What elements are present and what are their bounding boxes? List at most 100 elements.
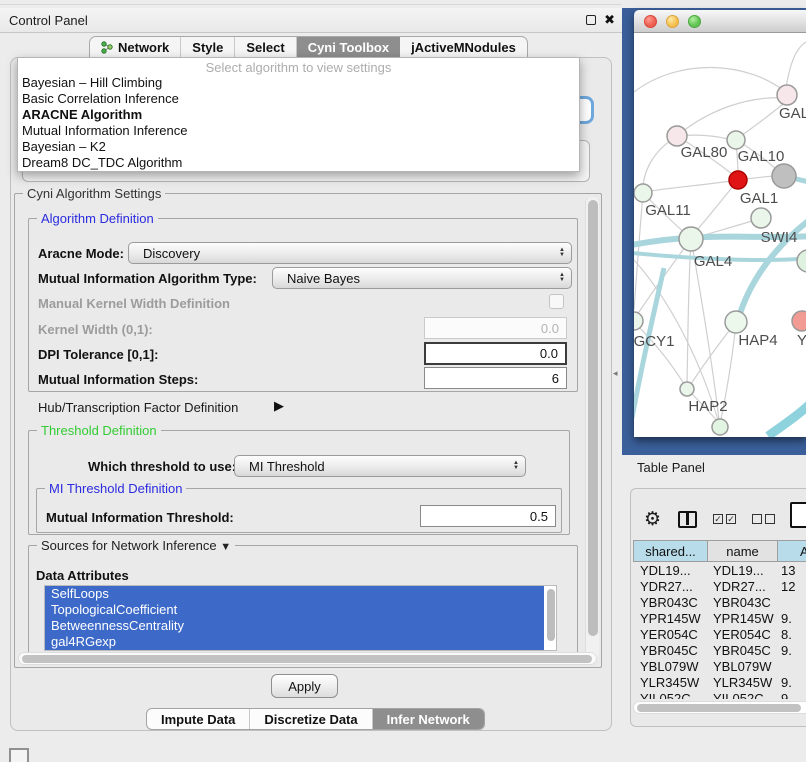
close-window-icon[interactable] [644, 15, 657, 28]
table-hscrollbar[interactable] [633, 701, 806, 714]
settings-vscrollbar[interactable] [585, 197, 599, 659]
settings-hscrollbar-thumb[interactable] [22, 655, 592, 663]
node[interactable] [777, 85, 797, 105]
table-row[interactable]: YBL079WYBL079W [633, 659, 806, 675]
node-gal80[interactable] [667, 126, 687, 146]
threshold-definition-legend: Threshold Definition [37, 423, 161, 438]
mi-steps-field[interactable]: 6 [424, 367, 567, 389]
table-row[interactable]: YDR27...YDR27...12 [633, 579, 806, 595]
column-view-icon[interactable] [678, 511, 697, 528]
control-panel-titlebar: Control Panel ✖ [0, 8, 622, 33]
tab-discretize-data-label: Discretize Data [264, 712, 357, 727]
cell: YBL079W [708, 659, 778, 675]
tab-discretize-data[interactable]: Discretize Data [250, 709, 372, 729]
node-gcy1[interactable] [634, 312, 643, 330]
tab-cyni-toolbox[interactable]: Cyni Toolbox [297, 37, 400, 57]
attributes-vscrollbar-thumb[interactable] [547, 589, 555, 641]
minimize-window-icon[interactable] [666, 15, 679, 28]
settings-hscrollbar[interactable] [18, 652, 597, 665]
node-gal11[interactable] [634, 184, 652, 202]
attribute-item[interactable]: gal4RGexp [45, 634, 544, 650]
panel-splitter-arrow-icon[interactable]: ◂ [613, 368, 618, 379]
attribute-item[interactable]: BetweennessCentrality [45, 618, 544, 634]
zoom-window-icon[interactable] [688, 15, 701, 28]
column-header-shared-name[interactable]: shared... [633, 540, 708, 562]
cell: YDR27... [708, 579, 778, 595]
node-hap4[interactable] [725, 311, 747, 333]
aracne-mode-combobox[interactable]: Discovery ▲▼ [128, 242, 572, 264]
aracne-mode-label: Aracne Mode: [38, 246, 124, 261]
column-header-name[interactable]: name [708, 540, 778, 562]
table-row[interactable]: YPR145WYPR145W9. [633, 611, 806, 627]
float-panel-icon[interactable] [586, 15, 596, 25]
table-row[interactable]: YDL19...YDL19...13 [633, 563, 806, 579]
table-row[interactable]: YIL052CYIL052C9 [633, 691, 806, 699]
table-row[interactable]: YBR043CYBR043C [633, 595, 806, 611]
network-window-titlebar[interactable] [634, 10, 806, 33]
dropdown-item-selected[interactable]: ARACNE Algorithm [18, 107, 579, 123]
kernel-width-field[interactable]: 0.0 [424, 317, 567, 339]
select-all-columns-icon[interactable]: ✓✓ [713, 514, 736, 524]
table-hscrollbar-thumb[interactable] [637, 704, 801, 712]
cell: YIL052C [633, 691, 708, 699]
attribute-item[interactable]: TopologicalCoefficient [45, 602, 544, 618]
node-label: SWI4 [761, 229, 798, 246]
cell: YBR043C [708, 595, 778, 611]
network-graph: GAL GAL80 GAL10 GAL1 GAL11 SWI4 GAL4 GCY… [634, 33, 806, 437]
table-toolbar: ⚙ ✓✓ [636, 504, 806, 534]
tab-jactivemnodules[interactable]: jActiveMNodules [400, 37, 527, 57]
table-row[interactable]: YER054CYER054C8. [633, 627, 806, 643]
cell: YER054C [633, 627, 708, 643]
apply-button[interactable]: Apply [271, 674, 338, 698]
control-panel-tabstrip: Network Style Select Cyni Toolbox jActiv… [89, 36, 528, 58]
dropdown-item[interactable]: Basic Correlation Inference [18, 91, 579, 107]
mi-type-label: Mutual Information Algorithm Type: [38, 271, 257, 286]
export-table-icon[interactable] [790, 502, 806, 528]
tab-style[interactable]: Style [181, 37, 235, 57]
collapse-arrow-icon[interactable]: ▼ [220, 541, 231, 553]
manual-kernel-checkbox[interactable] [549, 294, 564, 309]
network-canvas[interactable]: GAL GAL80 GAL10 GAL1 GAL11 SWI4 GAL4 GCY… [634, 33, 806, 437]
which-threshold-combobox[interactable]: MI Threshold ▲▼ [234, 455, 526, 477]
kernel-width-value: 0.0 [541, 321, 559, 336]
table-row[interactable]: YBR045CYBR045C9. [633, 643, 806, 659]
mi-threshold-field[interactable]: 0.5 [420, 505, 556, 527]
dropdown-item[interactable]: Dream8 DC_TDC Algorithm [18, 155, 579, 171]
bottom-left-widget[interactable] [9, 748, 29, 762]
close-panel-icon[interactable]: ✖ [604, 12, 615, 28]
dropdown-item[interactable]: Mutual Information Inference [18, 123, 579, 139]
cell: YDL19... [633, 563, 708, 579]
node-swi4[interactable] [751, 208, 771, 228]
dpi-tolerance-field[interactable]: 0.0 [424, 342, 567, 365]
tab-infer-network[interactable]: Infer Network [373, 709, 484, 729]
tab-impute-data[interactable]: Impute Data [147, 709, 250, 729]
tab-select[interactable]: Select [235, 37, 296, 57]
which-threshold-label: Which threshold to use: [88, 459, 236, 474]
gear-icon[interactable]: ⚙ [644, 508, 661, 531]
cell: 8. [778, 627, 806, 643]
settings-vscrollbar-thumb[interactable] [588, 200, 598, 636]
column-header-partial[interactable]: A [778, 540, 806, 562]
tab-impute-data-label: Impute Data [161, 712, 235, 727]
node-gal1[interactable] [729, 171, 747, 189]
unchecked-box-icon [765, 514, 775, 524]
tab-cyni-toolbox-label: Cyni Toolbox [308, 40, 389, 55]
attribute-item[interactable]: SelfLoops [45, 586, 544, 602]
node-hap2[interactable] [680, 382, 694, 396]
node-gal4[interactable] [679, 227, 703, 251]
node[interactable] [792, 311, 806, 331]
node[interactable] [712, 419, 728, 435]
table-row[interactable]: YLR345WYLR345W9. [633, 675, 806, 691]
network-window: GAL GAL80 GAL10 GAL1 GAL11 SWI4 GAL4 GCY… [634, 10, 806, 437]
dropdown-item[interactable]: Bayesian – Hill Climbing [18, 75, 579, 91]
mi-type-combobox[interactable]: Naive Bayes ▲▼ [272, 267, 572, 289]
node[interactable] [727, 131, 745, 149]
hub-expand-arrow-icon[interactable]: ▶ [274, 398, 284, 414]
node-label: HAP4 [738, 332, 777, 349]
cell: YDR27... [633, 579, 708, 595]
node[interactable] [797, 250, 806, 272]
dropdown-item[interactable]: Bayesian – K2 [18, 139, 579, 155]
node-gal10[interactable] [772, 164, 796, 188]
deselect-all-columns-icon[interactable] [752, 514, 775, 524]
tab-network[interactable]: Network [90, 37, 181, 57]
